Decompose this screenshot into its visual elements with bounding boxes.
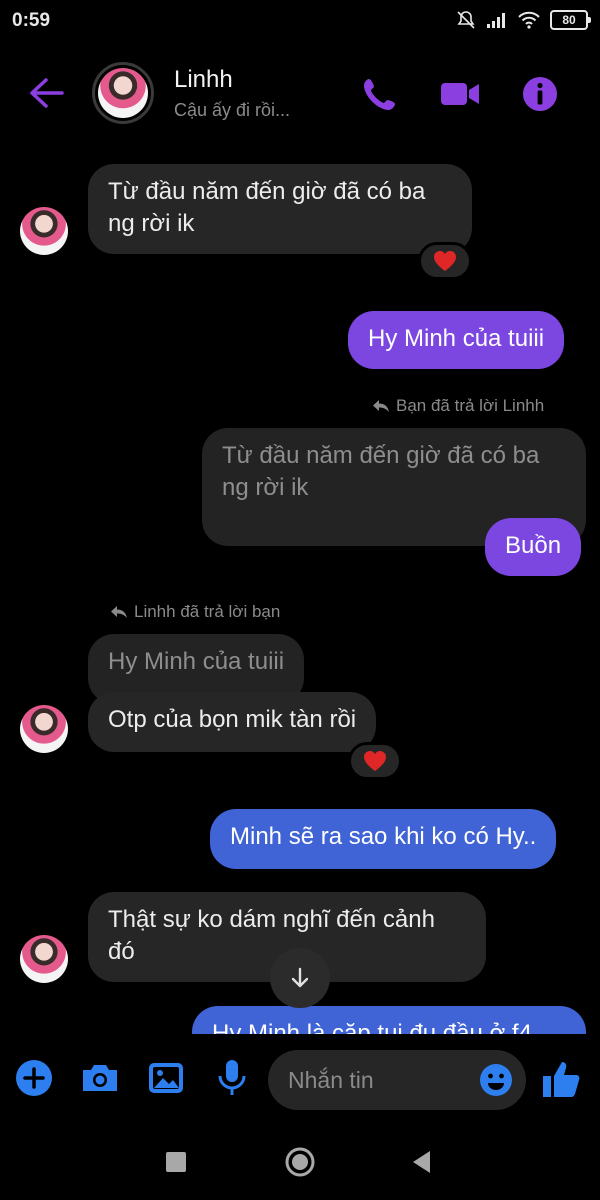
message-list[interactable]: Từ đầu năm đến giờ đã có ba ng rời ik Hy… — [0, 140, 600, 1034]
message-bubble-outgoing[interactable]: Hy Minh là cặp tui đu đầu ở f4 — [192, 1006, 586, 1034]
system-nav-bar — [0, 1130, 600, 1200]
reply-indicator-text: Linhh đã trả lời bạn — [134, 602, 281, 621]
reaction-badge[interactable] — [348, 742, 402, 780]
sender-avatar[interactable] — [20, 705, 68, 753]
emoji-icon[interactable] — [478, 1062, 514, 1098]
contact-name[interactable]: Linhh — [174, 66, 233, 94]
message-text-line: Từ đầu năm đến giờ đã có ba — [108, 178, 426, 205]
reaction-badge[interactable] — [418, 242, 472, 280]
video-camera-icon[interactable] — [440, 74, 480, 114]
contact-avatar[interactable] — [92, 62, 154, 124]
status-bar: 0:59 80 — [0, 0, 600, 44]
plus-icon[interactable] — [14, 1058, 54, 1098]
message-bubble-outgoing[interactable]: Hy Minh của tuiii — [348, 311, 565, 369]
back-arrow-icon[interactable] — [26, 76, 66, 110]
quoted-text-line: Từ đầu năm đến giờ đã có ba — [222, 442, 540, 469]
heart-icon — [434, 251, 456, 271]
mute-bell-icon — [457, 11, 475, 29]
quoted-text: Hy Minh của tuiii — [108, 648, 285, 675]
status-time: 0:59 — [12, 10, 51, 31]
message-text-line: Thật sự ko dám nghĩ đến cảnh — [108, 906, 435, 933]
quoted-text-line: ng rời ik — [222, 474, 309, 501]
camera-icon[interactable] — [80, 1058, 120, 1098]
arrow-down-icon — [291, 967, 309, 988]
back-nav-icon[interactable] — [404, 1144, 440, 1180]
message-bubble-incoming[interactable]: Otp của bọn mik tàn rồi — [88, 692, 377, 752]
message-text: Minh sẽ ra sao khi ko có Hy.. — [230, 823, 537, 850]
reply-indicator: Linhh đã trả lời bạn — [110, 602, 280, 622]
reply-indicator-text: Bạn đã trả lời Linhh — [396, 396, 545, 415]
signal-icon — [487, 13, 505, 28]
sender-avatar[interactable] — [20, 207, 68, 255]
microphone-icon[interactable] — [212, 1058, 252, 1098]
reply-arrow-icon — [373, 400, 389, 412]
message-bubble-outgoing[interactable]: Minh sẽ ra sao khi ko có Hy.. — [210, 809, 557, 869]
wifi-icon — [518, 11, 540, 29]
avatar-image — [98, 68, 148, 118]
message-bubble-incoming[interactable]: Từ đầu năm đến giờ đã có ba ng rời ik — [88, 164, 472, 254]
chat-header: Linhh Cậu ấy đi rồi... — [0, 48, 600, 140]
battery-indicator: 80 — [550, 10, 591, 30]
message-text: Buồn — [505, 532, 562, 559]
home-icon[interactable] — [282, 1144, 318, 1180]
contact-status: Cậu ấy đi rồi... — [174, 100, 291, 120]
recent-apps-icon[interactable] — [158, 1144, 194, 1180]
message-text: Otp của bọn mik tàn rồi — [108, 706, 357, 733]
scroll-to-bottom-button[interactable] — [270, 948, 330, 1008]
reply-indicator: Bạn đã trả lời Linhh — [372, 396, 544, 416]
thumbs-up-icon[interactable] — [540, 1058, 582, 1100]
message-text-line: ng rời ik — [108, 210, 195, 237]
composer-bar — [0, 1040, 600, 1120]
info-icon[interactable] — [520, 74, 560, 114]
message-bubble-outgoing[interactable]: Buồn — [485, 518, 582, 576]
phone-icon[interactable] — [360, 74, 400, 114]
message-text: Hy Minh là cặp tui đu đầu ở f4 — [212, 1020, 532, 1034]
message-text: Hy Minh của tuiii — [368, 325, 545, 352]
image-gallery-icon[interactable] — [146, 1058, 186, 1098]
heart-icon — [364, 751, 386, 771]
reply-arrow-icon — [111, 606, 127, 618]
battery-level: 80 — [562, 13, 576, 27]
status-icons: 80 — [456, 10, 591, 30]
sender-avatar[interactable] — [20, 935, 68, 983]
